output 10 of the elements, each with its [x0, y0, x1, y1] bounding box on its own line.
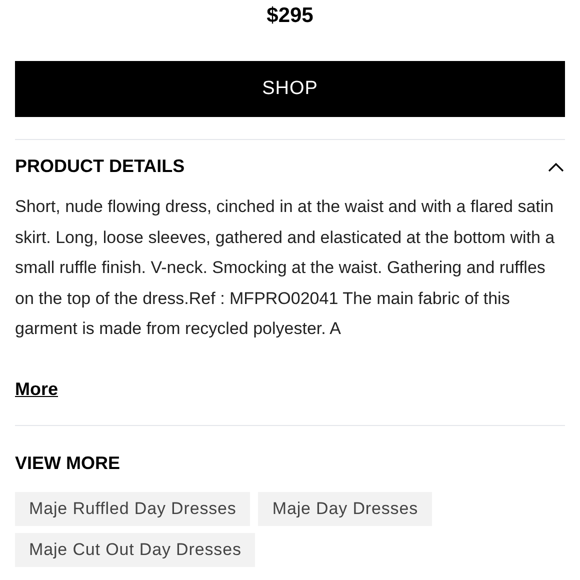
- more-link[interactable]: More: [15, 377, 58, 401]
- shop-button[interactable]: SHOP: [15, 61, 565, 117]
- section-title: PRODUCT DETAILS: [15, 155, 185, 178]
- tag-chip[interactable]: Maje Cut Out Day Dresses: [15, 533, 256, 567]
- tag-chip[interactable]: Maje Day Dresses: [258, 492, 432, 526]
- tag-chip[interactable]: Maje Ruffled Day Dresses: [15, 492, 250, 526]
- chevron-up-icon[interactable]: [548, 162, 564, 172]
- price: $295: [266, 3, 314, 29]
- section-title: VIEW MORE: [15, 453, 120, 473]
- product-description: Short, nude flowing dress, cinched in at the waist and with a flared satin skirt. Long, loose sleeves, gathered and elasticated at the bottom with a small ruffle finish. V-neck. Smocking at the waist. Gathering and ruffles on the top of the dress.Ref : MFPRO02041 The main fabric of this garment is made from recycled polyester. A: [15, 196, 556, 340]
